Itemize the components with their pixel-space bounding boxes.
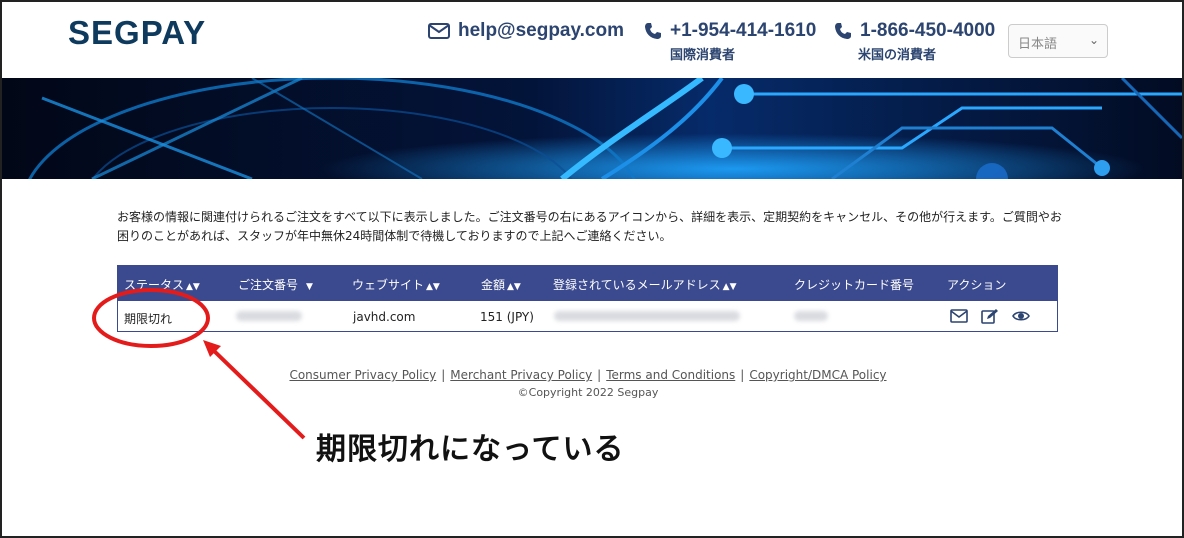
header-order-number[interactable]: ご注文番号 ▼ [238, 276, 313, 293]
us-phone-label: 米国の消費者 [858, 48, 937, 63]
table-header: ステータス ▲▼ ご注文番号 ▼ ウェブサイト ▲▼ 金額 ▲▼ 登録されているメールア… [118, 266, 1057, 301]
order-number-redacted [236, 311, 302, 321]
header-amount[interactable]: 金額 ▲▼ [481, 276, 521, 293]
footer-links: Consumer Privacy Policy | Merchant Privacy… [0, 368, 1176, 382]
contact-us-phone[interactable]: 1-866-450-4000 米国の消費者 [834, 20, 995, 63]
sort-icon: ▲▼ [426, 282, 440, 292]
annotation-label: 期限切れになっている [316, 432, 625, 467]
terms-link[interactable]: Terms and Conditions [606, 368, 735, 382]
orders-table: ステータス ▲▼ ご注文番号 ▼ ウェブサイト ▲▼ 金額 ▲▼ 登録されているメールア… [117, 265, 1058, 332]
email-redacted [554, 311, 740, 321]
header-website[interactable]: ウェブサイト ▲▼ [352, 276, 440, 293]
card-number-redacted [794, 311, 828, 321]
envelope-icon [428, 23, 450, 39]
header-actions: アクション [947, 278, 1007, 292]
segpay-logo[interactable]: SEGPAY [68, 14, 206, 52]
copyright-text: ©Copyright 2022 Segpay [517, 386, 659, 399]
merchant-privacy-link[interactable]: Merchant Privacy Policy [450, 368, 592, 382]
sort-desc-icon: ▼ [306, 282, 313, 292]
amount-cell: 151 (JPY) [480, 310, 534, 324]
intl-phone-text: +1-954-414-1610 [670, 20, 817, 41]
phone-icon [835, 23, 851, 39]
link-separator: | [441, 368, 446, 382]
language-value: 日本語 [1018, 37, 1058, 52]
intl-phone-label: 国際消費者 [670, 48, 736, 63]
header-status[interactable]: ステータス ▲▼ [124, 276, 200, 293]
hero-banner [2, 78, 1182, 179]
copyright-dmca-link[interactable]: Copyright/DMCA Policy [749, 368, 886, 382]
email-action-icon[interactable] [950, 308, 968, 324]
chevron-down-icon: ⌄ [1088, 33, 1099, 47]
edit-action-icon[interactable] [981, 308, 999, 324]
table-row: 期限切れ javhd.com 151 (JPY) [118, 301, 1057, 331]
contact-email[interactable]: help@segpay.com [428, 20, 624, 42]
contact-intl-phone[interactable]: +1-954-414-1610 国際消費者 [644, 20, 816, 63]
sort-icon: ▲▼ [186, 282, 200, 292]
email-text: help@segpay.com [458, 20, 624, 41]
language-select[interactable]: 日本語 ⌄ [1008, 24, 1108, 58]
consumer-privacy-link[interactable]: Consumer Privacy Policy [289, 368, 436, 382]
header-card-number: クレジットカード番号 [794, 278, 915, 292]
phone-icon [645, 23, 661, 39]
link-separator: | [740, 368, 745, 382]
view-action-icon[interactable] [1012, 308, 1030, 324]
website-cell: javhd.com [353, 310, 416, 324]
header-email[interactable]: 登録されているメールアドレス ▲▼ [553, 276, 737, 293]
sort-icon: ▲▼ [507, 282, 521, 292]
link-separator: | [597, 368, 602, 382]
status-cell: 期限切れ [124, 312, 173, 326]
order-description: お客様の情報に関連付けられるご注文をすべて以下に表示しました。ご注文番号の右にあ… [117, 210, 1062, 243]
sort-icon: ▲▼ [722, 282, 737, 292]
us-phone-text: 1-866-450-4000 [860, 20, 996, 41]
